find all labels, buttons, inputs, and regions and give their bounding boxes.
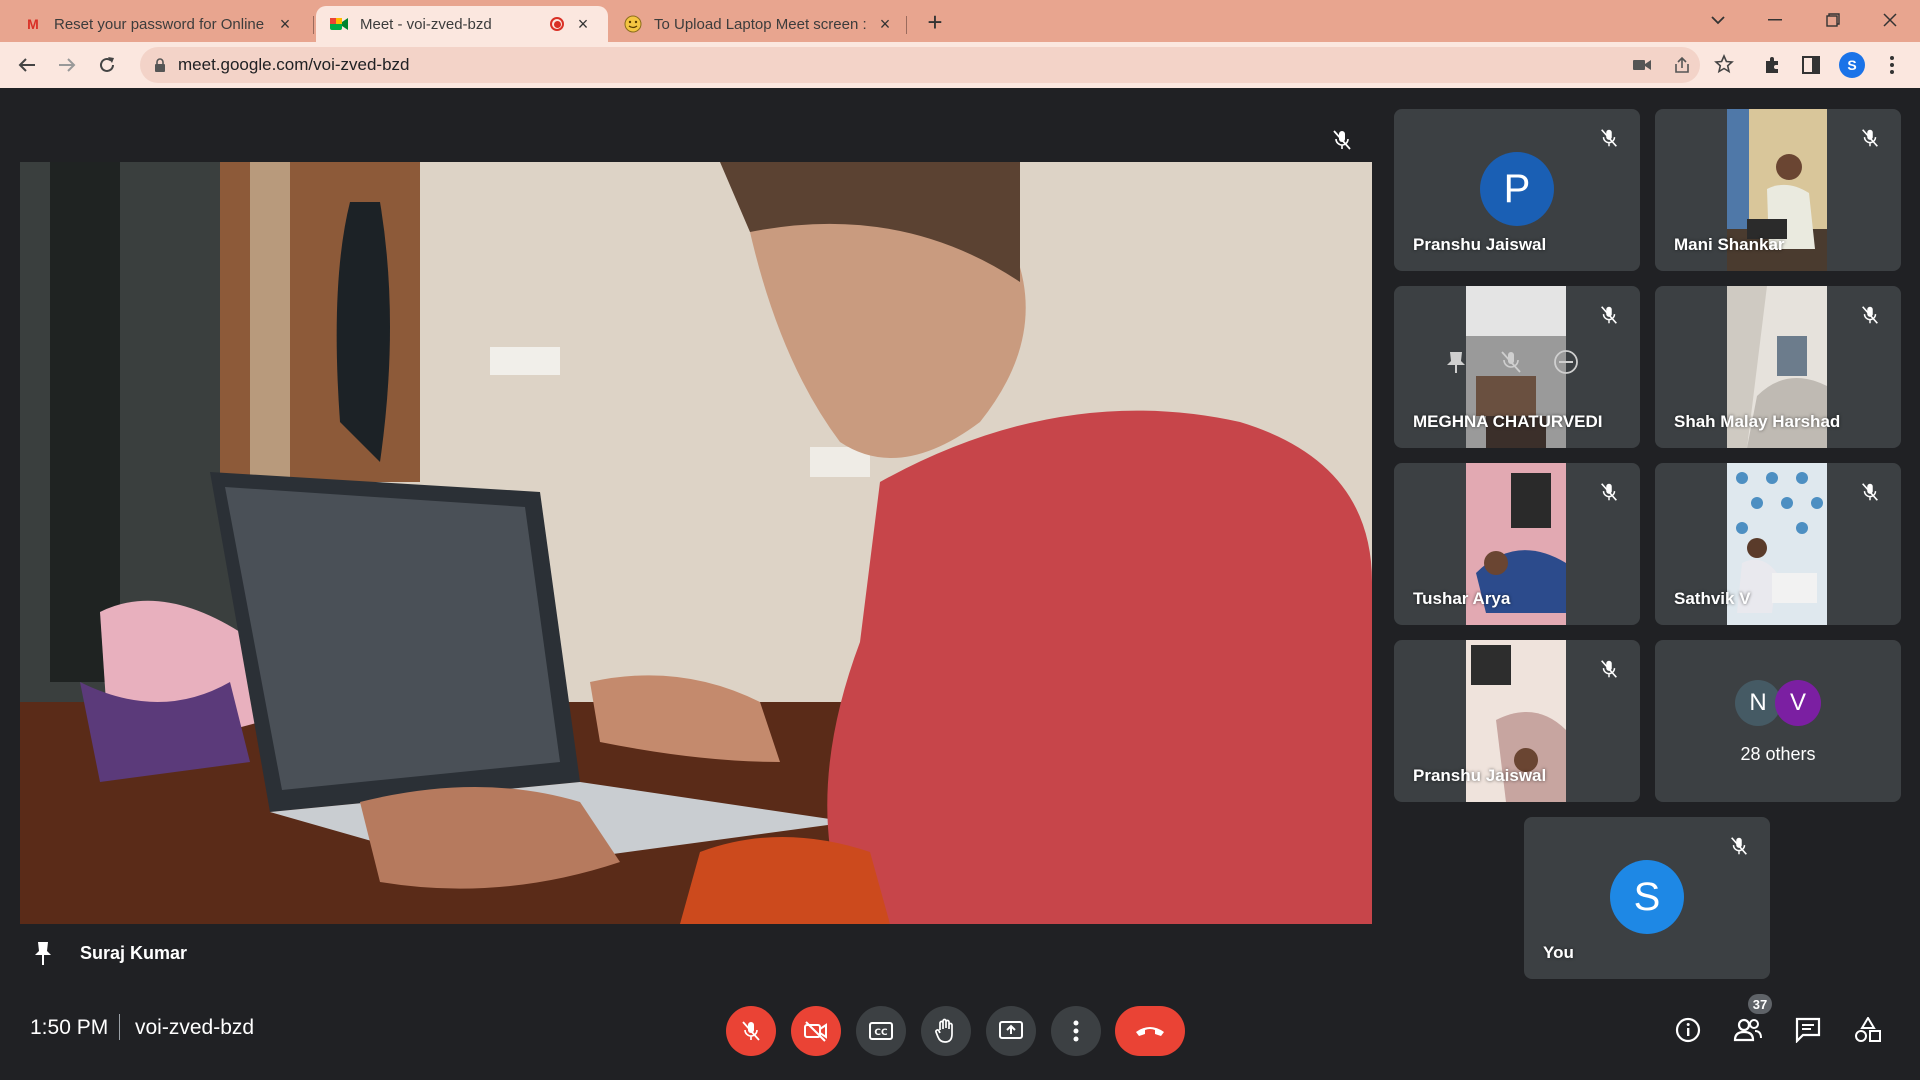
raise-hand-button[interactable] bbox=[921, 1006, 971, 1056]
more-vertical-icon bbox=[1073, 1020, 1079, 1042]
participant-tile[interactable]: MEGHNA CHATURVEDI bbox=[1394, 286, 1640, 448]
mic-off-icon bbox=[1601, 129, 1617, 147]
captions-button[interactable]: CC bbox=[856, 1006, 906, 1056]
lock-icon bbox=[155, 58, 165, 72]
mic-off-icon bbox=[1731, 837, 1747, 855]
participant-tile[interactable]: Mani Shankar bbox=[1655, 109, 1901, 271]
participant-name: Sathvik V bbox=[1674, 589, 1751, 608]
tab-separator bbox=[906, 16, 907, 34]
self-tile[interactable]: S You bbox=[1524, 817, 1770, 979]
browser-toolbar: meet.google.com/voi-zved-bzd S bbox=[0, 42, 1920, 88]
tab-title: To Upload Laptop Meet screen : bbox=[654, 15, 866, 33]
participant-avatar: P bbox=[1480, 152, 1554, 226]
meet-stage: Suraj Kumar P Pranshu Jaiswal Mani Shank… bbox=[0, 88, 1920, 1080]
mic-off-icon bbox=[742, 1021, 760, 1041]
emoji-icon bbox=[624, 15, 642, 33]
google-meet-icon bbox=[330, 15, 348, 33]
participant-tile[interactable]: Tushar Arya bbox=[1394, 463, 1640, 625]
svg-text:CC: CC bbox=[874, 1028, 888, 1038]
participant-name: Mani Shankar bbox=[1674, 235, 1785, 254]
participant-name: MEGHNA CHATURVEDI bbox=[1413, 412, 1603, 431]
present-screen-button[interactable] bbox=[986, 1006, 1036, 1056]
participant-count-badge: 37 bbox=[1748, 994, 1772, 1014]
chat-button[interactable] bbox=[1788, 1010, 1828, 1050]
closed-captions-icon: CC bbox=[869, 1022, 893, 1040]
tab-meet[interactable]: Meet - voi-zved-bzd × bbox=[316, 6, 608, 42]
others-count-label: 28 others bbox=[1740, 744, 1816, 764]
gmail-icon: M bbox=[27, 16, 39, 32]
close-tab-icon[interactable]: × bbox=[874, 13, 896, 35]
participant-name: Pranshu Jaiswal bbox=[1413, 766, 1547, 785]
divider bbox=[119, 1014, 120, 1040]
share-icon[interactable] bbox=[1670, 53, 1694, 77]
leave-call-button[interactable] bbox=[1115, 1006, 1185, 1056]
profile-avatar[interactable]: S bbox=[1838, 51, 1866, 79]
forward-button[interactable] bbox=[52, 50, 82, 80]
main-speaker-video[interactable] bbox=[20, 162, 1372, 924]
participant-name: Tushar Arya bbox=[1413, 589, 1511, 608]
mic-off-icon bbox=[1601, 306, 1617, 324]
mic-off-icon bbox=[1601, 483, 1617, 501]
participant-avatar: V bbox=[1775, 680, 1821, 726]
info-icon bbox=[1675, 1017, 1701, 1043]
main-speaker-name: Suraj Kumar bbox=[80, 943, 188, 963]
self-name: You bbox=[1543, 943, 1574, 962]
pin-icon[interactable] bbox=[32, 940, 54, 966]
mic-off-icon bbox=[1333, 130, 1351, 150]
present-screen-icon bbox=[999, 1021, 1023, 1039]
recording-indicator-icon bbox=[550, 17, 564, 31]
close-tab-icon[interactable]: × bbox=[274, 13, 296, 35]
self-avatar: S bbox=[1610, 860, 1684, 934]
new-tab-button[interactable]: + bbox=[921, 7, 949, 37]
close-window-button[interactable] bbox=[1862, 0, 1918, 40]
camera-off-icon bbox=[804, 1021, 827, 1042]
tab-gmail[interactable]: M Reset your password for Online D × bbox=[10, 6, 310, 42]
more-options-button[interactable] bbox=[1051, 1006, 1101, 1056]
tab-search-chevron-icon[interactable] bbox=[1690, 0, 1746, 40]
microphone-toggle-button[interactable] bbox=[726, 1006, 776, 1056]
raise-hand-icon bbox=[935, 1018, 953, 1043]
meeting-code[interactable]: voi-zved-bzd bbox=[135, 1016, 254, 1040]
end-call-icon bbox=[1136, 1027, 1164, 1036]
profile-initial: S bbox=[1839, 52, 1865, 78]
tab-title: Meet - voi-zved-bzd bbox=[360, 15, 492, 33]
activities-icon bbox=[1855, 1017, 1881, 1042]
reload-button[interactable] bbox=[92, 50, 122, 80]
participant-name: Shah Malay Harshad bbox=[1674, 412, 1841, 431]
bookmark-star-icon[interactable] bbox=[1710, 50, 1738, 78]
mic-off-icon bbox=[1862, 306, 1878, 324]
minimize-window-button[interactable] bbox=[1747, 0, 1803, 40]
tab-upload[interactable]: To Upload Laptop Meet screen : × bbox=[610, 6, 910, 42]
participant-tile[interactable]: Shah Malay Harshad bbox=[1655, 286, 1901, 448]
back-button[interactable] bbox=[12, 50, 42, 80]
participant-tile[interactable]: Pranshu Jaiswal bbox=[1394, 640, 1640, 802]
close-tab-icon[interactable]: × bbox=[572, 13, 594, 35]
camera-toggle-button[interactable] bbox=[791, 1006, 841, 1056]
video-frame bbox=[20, 162, 1372, 924]
tab-title: Reset your password for Online D bbox=[54, 15, 266, 33]
meeting-time: 1:50 PM bbox=[30, 1016, 109, 1039]
address-bar[interactable]: meet.google.com/voi-zved-bzd bbox=[140, 47, 1700, 83]
mic-off-icon bbox=[1601, 660, 1617, 678]
restore-window-button[interactable] bbox=[1805, 0, 1861, 40]
chat-icon bbox=[1795, 1017, 1821, 1043]
tab-separator bbox=[313, 16, 314, 34]
participant-tile[interactable]: P Pranshu Jaiswal bbox=[1394, 109, 1640, 271]
url-text: meet.google.com/voi-zved-bzd bbox=[178, 55, 410, 74]
participant-name: Pranshu Jaiswal bbox=[1413, 235, 1547, 254]
people-button[interactable] bbox=[1728, 1010, 1768, 1050]
browser-menu-icon[interactable] bbox=[1878, 51, 1906, 79]
extensions-icon[interactable] bbox=[1758, 51, 1786, 79]
others-tile[interactable]: N V 28 others bbox=[1655, 640, 1901, 802]
activities-button[interactable] bbox=[1848, 1010, 1888, 1050]
mic-off-icon bbox=[1862, 483, 1878, 501]
people-icon bbox=[1733, 1018, 1762, 1042]
tile-hover-controls bbox=[1442, 348, 1592, 376]
browser-tabstrip: M Reset your password for Online D × Mee… bbox=[0, 0, 1920, 42]
camera-in-use-icon[interactable] bbox=[1630, 53, 1654, 77]
mic-off-icon bbox=[1862, 129, 1878, 147]
meeting-details-button[interactable] bbox=[1668, 1010, 1708, 1050]
participant-tile[interactable]: Sathvik V bbox=[1655, 463, 1901, 625]
side-panel-icon[interactable] bbox=[1797, 51, 1825, 79]
